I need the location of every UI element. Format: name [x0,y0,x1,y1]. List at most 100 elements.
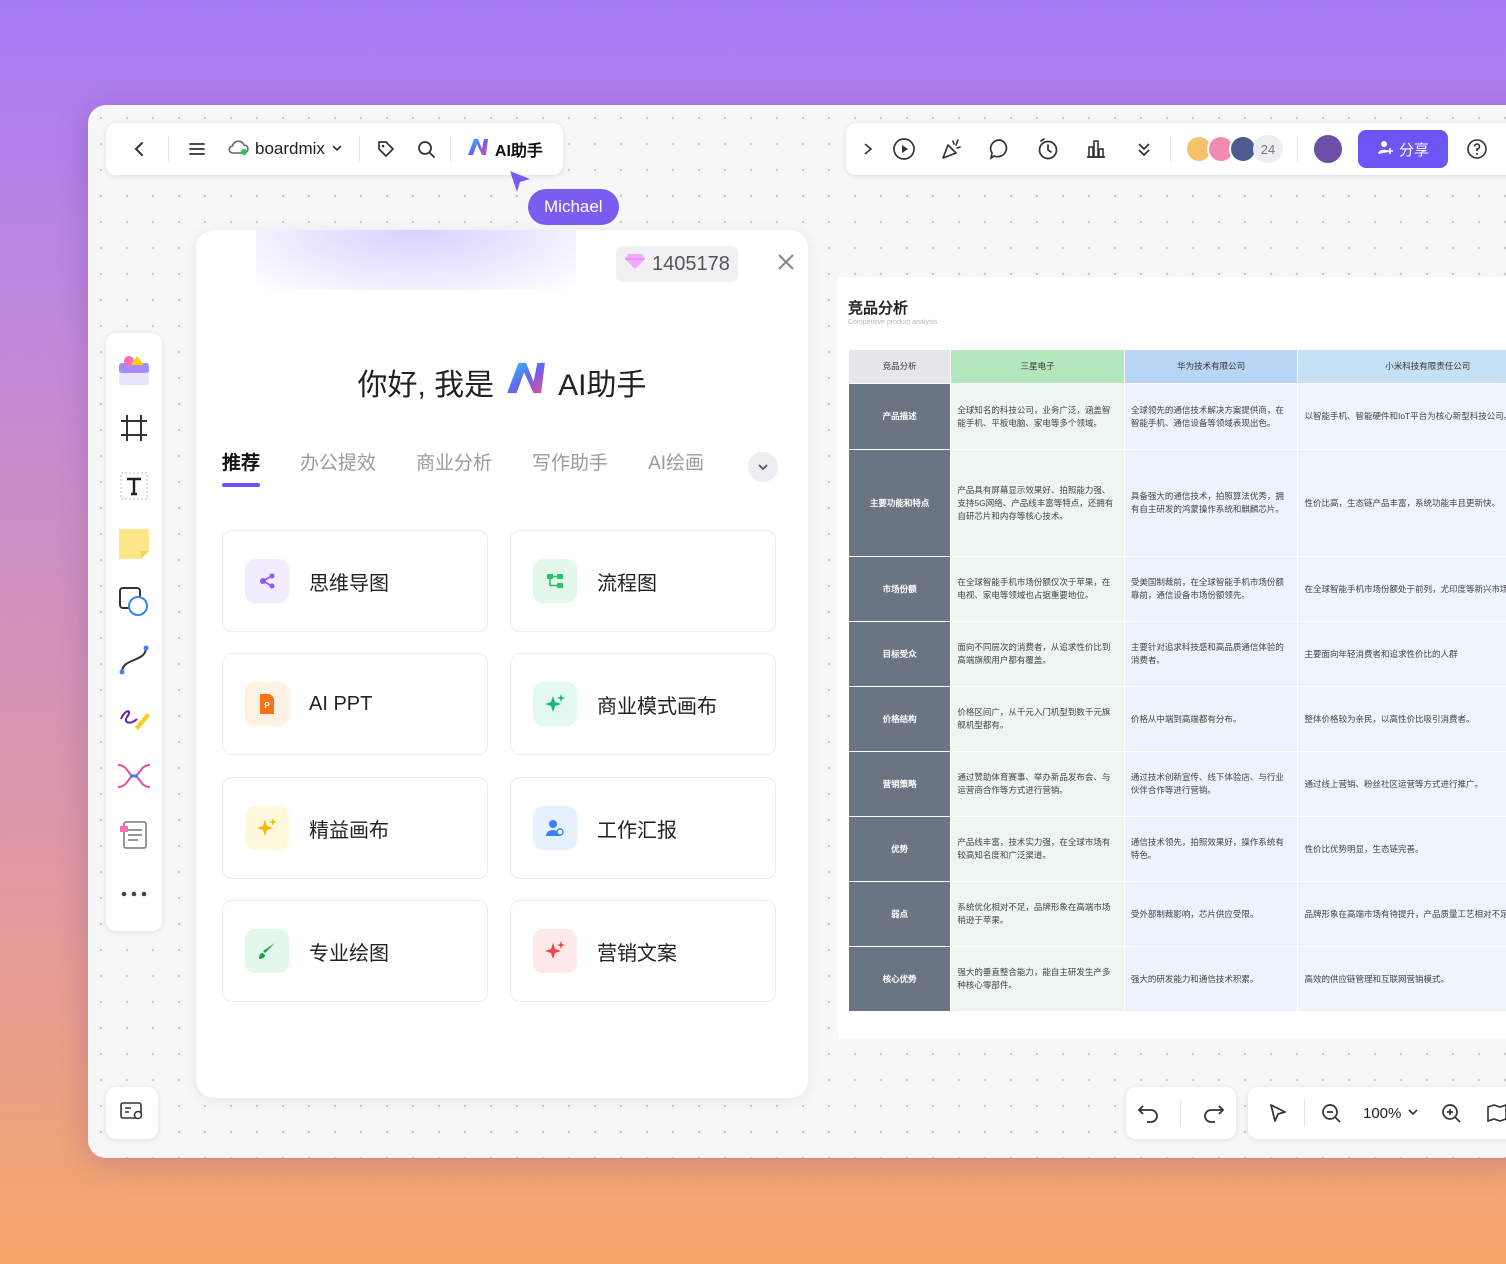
tab-writing[interactable]: 写作助手 [532,448,608,475]
table-cell: 通过赞助体育赛事、举办新品发布会、与运营商合作等方式进行营销。 [950,751,1125,817]
mindmap-icon [245,559,289,603]
timer-icon[interactable] [1024,129,1072,169]
file-name-dropdown[interactable]: boardmix [217,139,353,160]
divider [1304,1100,1305,1126]
redo-icon[interactable] [1203,1102,1225,1124]
zoom-in-icon[interactable] [1431,1093,1471,1133]
tab-recommend[interactable]: 推荐 [222,448,261,487]
vote-chart-icon[interactable] [1072,129,1120,169]
card-mindmap[interactable]: 思维导图 [222,530,488,632]
current-user-avatar[interactable] [1312,133,1344,165]
table-header-cell: 三星电子 [950,349,1125,384]
document-icon [118,818,150,855]
celebrate-icon[interactable] [928,129,976,169]
tag-icon[interactable] [366,129,406,169]
card-lean-canvas[interactable]: 精益画布 [222,777,488,879]
ai-assistant-button[interactable]: AI助手 [455,137,549,161]
card-label: AI PPT [309,692,373,715]
mindmap-icon [116,761,152,796]
row-label-cell: 价格结构 [847,686,952,752]
table-row: 产品描述 全球知名的科技公司，业务广泛，涵盖智能手机、平板电脑、家电等多个领域。全… [847,383,1506,450]
frame-tool[interactable] [112,401,156,459]
chevron-down-icon[interactable] [748,452,778,482]
expand-icon[interactable] [856,129,880,169]
table-cell: 具备强大的通信技术，拍照算法优秀，拥有自主研发的鸿蒙操作系统和麒麟芯片。 [1123,449,1299,557]
tab-business[interactable]: 商业分析 [416,448,492,475]
brush-icon [245,929,289,973]
table-cell: 全球知名的科技公司，业务广泛，涵盖智能手机、平板电脑、家电等多个领域。 [950,383,1125,450]
menu-icon[interactable] [177,129,217,169]
zoom-level-dropdown[interactable]: 100% [1357,1105,1425,1122]
card-work-report[interactable]: 工作汇报 [510,777,776,879]
table-cell: 性价比优势明显，生态链完善。 [1297,816,1506,882]
top-left-toolbar: boardmix AI助手 [106,123,563,175]
card-label: 工作汇报 [597,819,677,842]
back-icon[interactable] [120,129,160,169]
zoom-out-icon[interactable] [1311,1093,1351,1133]
card-marketing-copy[interactable]: 营销文案 [510,900,776,1002]
more-down-icon[interactable] [1120,129,1168,169]
svg-text:P: P [264,701,270,710]
more-tools-button[interactable] [112,865,156,923]
table-row: 主要功能和特点 产品具有屏幕显示效果好、拍照能力强、支持5G网络、产品线丰富等特点… [847,449,1506,557]
sheet-subtitle: Competitive product analysis [848,319,938,326]
table-row: 弱点 系统优化相对不足，品牌形象在高端市场稍逊于苹果。 受外部制裁影响，芯片供应受限… [847,881,1506,947]
top-right-toolbar: 24 分享 [846,123,1506,175]
collaborator-count: 24 [1253,135,1283,163]
card-business-canvas[interactable]: 商业模式画布 [510,653,776,755]
competitive-analysis-sheet[interactable]: 竞品分析 Competitive product analysis 竞品分析 三… [838,277,1506,1039]
table-row: 核心优势 强大的垂直整合能力，能自主研发生产多种核心零部件。 强大的研发能力和通信技… [847,946,1506,1012]
table-cell: 产品线丰富，技术实力强，在全球市场有较高知名度和广泛渠道。 [950,816,1125,882]
present-play-icon[interactable] [880,129,928,169]
pen-icon [117,701,151,740]
collaborator-avatars[interactable]: 24 [1185,135,1283,163]
table-cell: 性价比高，生态链产品丰富，系统功能丰且更新快。 [1297,449,1506,557]
table-cell: 价格区间广，从千元入门机型到数千元旗舰机型都有。 [950,686,1125,752]
credits-value: 1405178 [652,252,730,275]
text-tool[interactable] [112,459,156,517]
cloud-icon [227,139,249,160]
mindmap-tool[interactable] [112,749,156,807]
minimap-button[interactable] [106,1087,158,1139]
table-row: 营销策略 通过赞助体育赛事、举办新品发布会、与运营商合作等方式进行营销。 通过技术创… [847,751,1506,817]
shape-tool[interactable] [112,575,156,633]
chevron-down-icon [331,139,343,159]
card-flowchart[interactable]: 流程图 [510,530,776,632]
card-ai-ppt[interactable]: P AI PPT [222,653,488,755]
card-label: 专业绘图 [309,942,389,965]
document-tool[interactable] [112,807,156,865]
user-report-icon [533,806,577,850]
row-label-cell: 弱点 [847,881,952,947]
comparison-table: 竞品分析 三星电子 华为技术有限公司 小米科技有限责任公司 产品描述 全球知名的科… [847,349,1506,1012]
row-label-cell: 优势 [847,816,952,882]
help-icon[interactable] [1462,129,1492,169]
undo-icon[interactable] [1137,1102,1159,1124]
card-pro-drawing[interactable]: 专业绘图 [222,900,488,1002]
app-window: boardmix AI助手 Michael 24 分享 1405178 你好, … [88,105,1506,1158]
table-cell: 通信技术领先，拍照效果好，操作系统有特色。 [1123,816,1299,882]
table-cell: 强大的垂直整合能力，能自主研发生产多种核心零部件。 [950,946,1125,1012]
connector-tool[interactable] [112,633,156,691]
close-icon[interactable] [776,252,796,277]
flowchart-icon [533,559,577,603]
search-icon[interactable] [406,129,446,169]
template-tool[interactable] [112,343,156,401]
sticky-note-tool[interactable] [112,517,156,575]
table-cell: 通过线上营销、粉丝社区运营等方式进行推广。 [1297,751,1506,817]
brand-label: boardmix [255,139,325,158]
share-button[interactable]: 分享 [1358,130,1448,168]
tab-ai-drawing[interactable]: AI绘画 [648,448,704,475]
pen-tool[interactable] [112,691,156,749]
card-label: 商业模式画布 [597,695,717,718]
comment-icon[interactable] [976,129,1024,169]
text-icon [119,471,149,506]
credits-badge[interactable]: 1405178 [616,246,738,282]
tool-rail [106,333,162,931]
table-cell: 面向不同层次的消费者，从追求性价比到高端旗舰用户都有覆盖。 [950,621,1125,687]
undo-redo-bar [1126,1087,1236,1139]
select-pointer-icon[interactable] [1258,1093,1298,1133]
tab-office[interactable]: 办公提效 [300,448,376,475]
card-label: 营销文案 [597,942,677,965]
divider [449,136,451,162]
map-icon[interactable] [1477,1093,1506,1133]
